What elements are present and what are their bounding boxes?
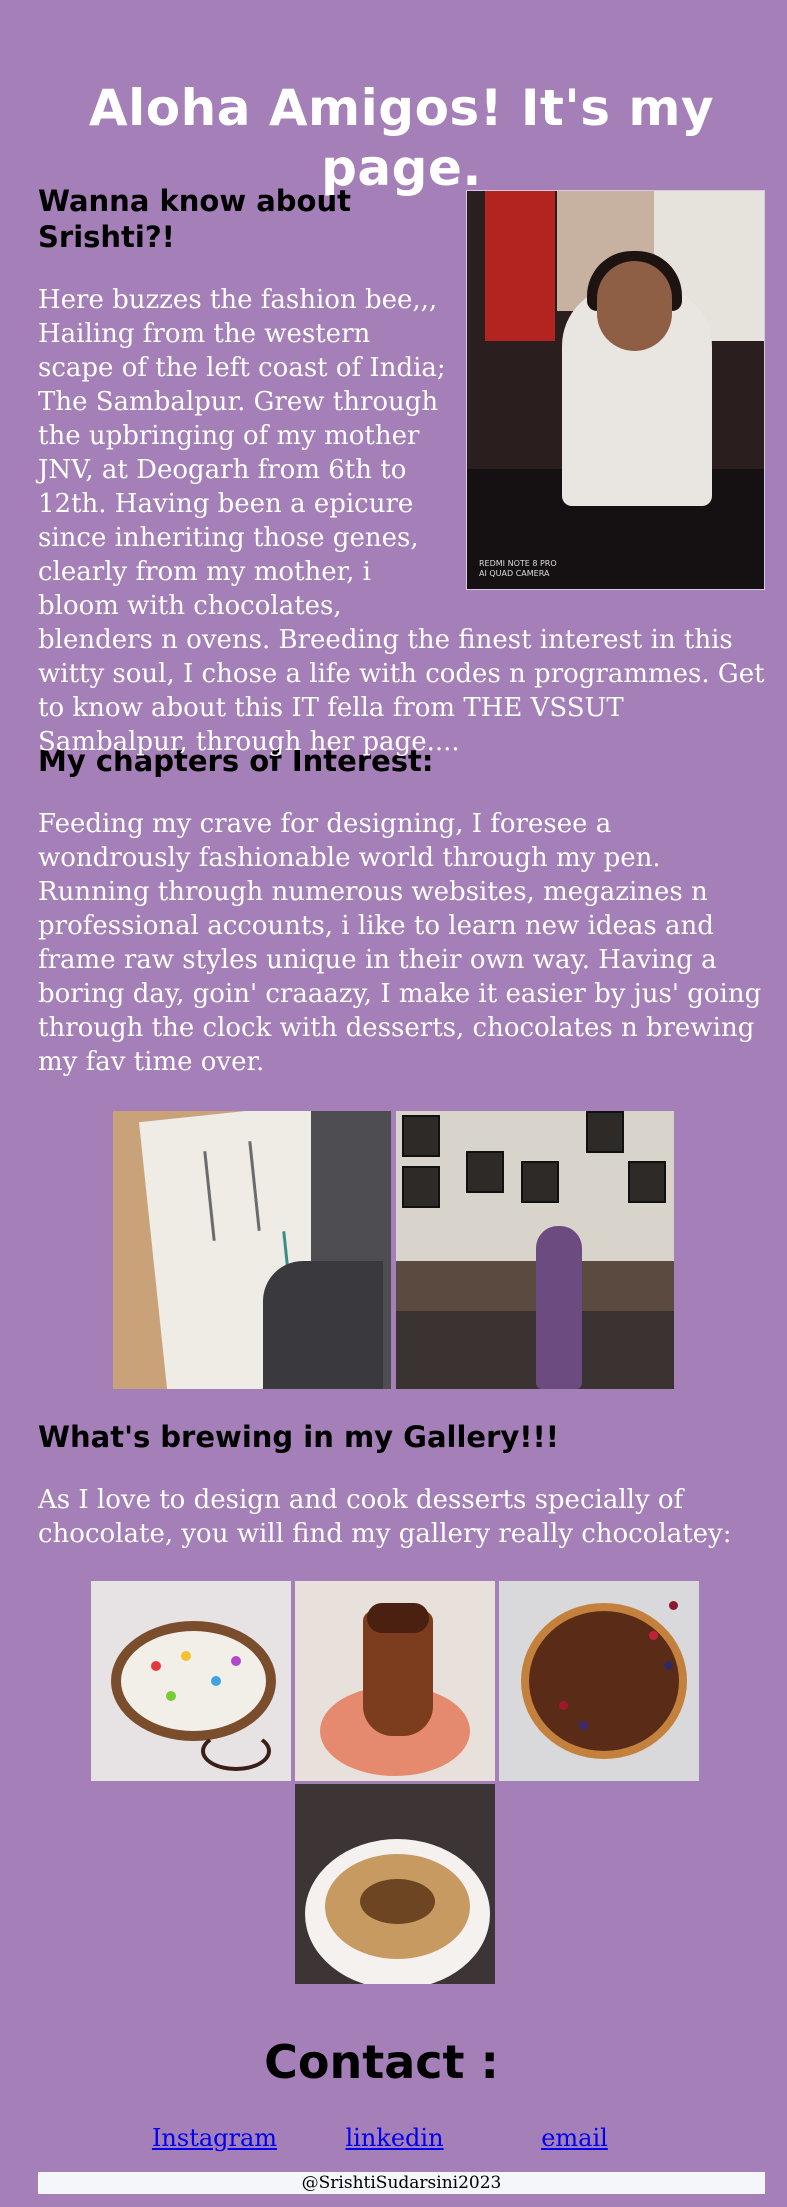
interests-text: Feeding my crave for designing, I forese… — [38, 809, 762, 1077]
about-section: REDMI NOTE 8 PRO AI QUAD CAMERA Wanna kno… — [38, 183, 765, 757]
gallery-heading: What's brewing in my Gallery!!! — [38, 1420, 559, 1454]
cafe-photo — [396, 1111, 674, 1389]
gallery-photo-coffee — [294, 1784, 495, 1984]
instagram-link[interactable]: Instagram — [125, 2124, 305, 2152]
fashion-sketch-photo — [113, 1111, 391, 1389]
photo-watermark: REDMI NOTE 8 PRO AI QUAD CAMERA — [479, 559, 557, 578]
gallery-photo-tart — [498, 1581, 699, 1781]
gallery-row — [24, 1581, 765, 1781]
gallery-row-2 — [24, 1784, 765, 1984]
contact-heading: Contact : — [264, 2035, 499, 2089]
contact-links: Instagram linkedin email — [24, 2124, 765, 2152]
gallery-text: As I love to design and cook desserts sp… — [38, 1485, 732, 1549]
gallery-photo-cake — [90, 1581, 291, 1781]
page-title: Aloha Amigos! It's my page. — [88, 79, 715, 197]
profile-photo: REDMI NOTE 8 PRO AI QUAD CAMERA — [466, 190, 765, 590]
interest-photos — [22, 1111, 765, 1389]
email-link[interactable]: email — [485, 2124, 665, 2152]
page: Aloha Amigos! It's my page. REDMI NOTE 8… — [0, 0, 787, 2194]
linkedin-link[interactable]: linkedin — [305, 2124, 485, 2152]
footer: @SrishtiSudarsini2023 — [38, 2172, 765, 2194]
gallery-photo-mousse — [294, 1581, 495, 1781]
